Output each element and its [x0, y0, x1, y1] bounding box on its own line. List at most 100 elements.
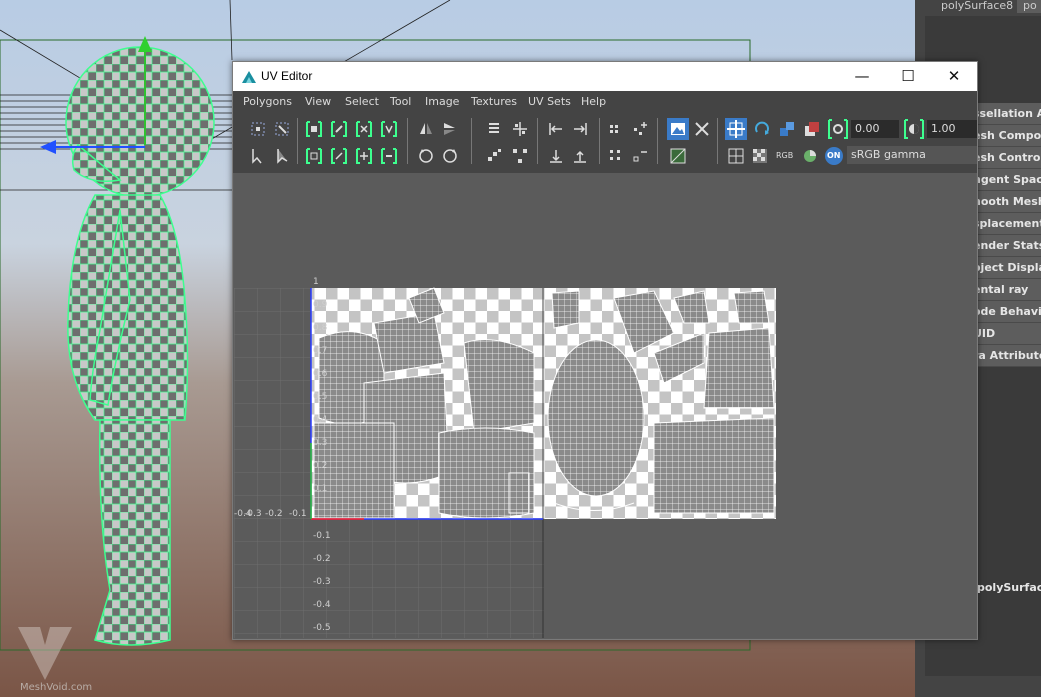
display-image-icon[interactable] — [667, 118, 689, 140]
toolbar-separator — [717, 118, 718, 164]
tab-po[interactable]: po — [1017, 0, 1041, 13]
color-space-select[interactable]: sRGB gamma — [847, 146, 977, 164]
v-tick-minus-0.2: -0.2 — [313, 554, 331, 564]
menu-image[interactable]: Image — [425, 95, 459, 108]
v-tick-0.3: 0.3 — [313, 438, 328, 448]
attr-row-object-display[interactable]: oject Display — [973, 257, 1041, 279]
title-bar[interactable]: UV Editor — ☐ ✕ — [233, 62, 977, 91]
watermark-text: MeshVoid.com — [20, 682, 93, 693]
checker-display-icon[interactable] — [803, 120, 821, 138]
attr-footer-label: polySurface8 — [977, 581, 1041, 594]
v-tick-1: 1 — [313, 277, 319, 287]
layout-add-icon[interactable] — [631, 120, 649, 138]
tab-polysurface8[interactable]: polySurface8 — [935, 0, 1020, 13]
rotate-ccw-icon[interactable] — [417, 147, 435, 165]
uv-canvas[interactable]: -0.4 -0.3 -0.2 -0.1 1 0.9 0.8 0.7 0.6 0.… — [234, 173, 976, 638]
toolbar-separator — [657, 118, 658, 164]
select-cursor-icon[interactable] — [273, 147, 291, 165]
maya-logo-icon — [242, 71, 256, 83]
texture-borders-icon[interactable] — [725, 118, 747, 140]
uv-toolbar: 0.00 1.00 RGB ON sRGB gamma — [233, 113, 977, 173]
layout-grid-icon[interactable] — [607, 147, 625, 165]
v-tick-0.9: 0.9 — [313, 300, 328, 310]
rotate-view-icon[interactable] — [753, 120, 771, 138]
select-uv-shell-icon[interactable] — [249, 120, 267, 138]
cut-uv-edges-icon[interactable] — [305, 120, 323, 138]
color-wheel-icon[interactable] — [801, 147, 819, 165]
uv-editor-window: UV Editor — ☐ ✕ Polygons View Select Too… — [232, 61, 978, 640]
menu-view[interactable]: View — [305, 95, 331, 108]
u-tick-minus-0.2: -0.2 — [265, 509, 283, 519]
v-tick-minus-0.3: -0.3 — [313, 577, 331, 587]
menu-polygons[interactable]: Polygons — [243, 95, 292, 108]
menu-help[interactable]: Help — [581, 95, 606, 108]
attr-row-mesh-controls[interactable]: esh Controls — [973, 147, 1041, 169]
attr-row-mesh-component[interactable]: esh Compon — [973, 125, 1041, 147]
unfold-icon[interactable] — [305, 147, 323, 165]
checker-tiles-icon[interactable] — [751, 147, 769, 165]
align-stack-icon[interactable] — [485, 120, 503, 138]
distribute-icon[interactable] — [511, 120, 529, 138]
v-tick-minus-0.1: -0.1 — [313, 531, 331, 541]
v-tick-minus-0.5: -0.5 — [313, 623, 331, 633]
v-tick-0.4: 0.4 — [313, 415, 328, 425]
layout-dots-icon[interactable] — [607, 120, 625, 138]
merge-uv-icon[interactable] — [380, 120, 398, 138]
v-tick-0.8: 0.8 — [313, 323, 328, 333]
align-right-icon[interactable] — [571, 120, 589, 138]
uv-shell-color-icon[interactable] — [778, 120, 796, 138]
relax-icon[interactable] — [355, 147, 373, 165]
flip-v-icon[interactable] — [441, 120, 459, 138]
close-button[interactable]: ✕ — [931, 62, 977, 91]
menu-tool[interactable]: Tool — [390, 95, 411, 108]
rgb-channel-button[interactable]: RGB — [776, 151, 793, 160]
attr-row-smooth-mesh[interactable]: nooth Mesh — [973, 191, 1041, 213]
toolbar-separator — [471, 118, 472, 164]
toolbar-separator — [537, 118, 538, 164]
maximize-button[interactable]: ☐ — [885, 62, 931, 91]
flip-u-icon[interactable] — [417, 120, 435, 138]
toolbar-separator — [407, 118, 408, 164]
layout-remove-icon[interactable] — [631, 147, 649, 165]
v-tick-0.7: 0.7 — [313, 346, 328, 356]
menu-uv-sets[interactable]: UV Sets — [528, 95, 571, 108]
straighten-icon[interactable] — [380, 147, 398, 165]
sew-uv-edges-icon[interactable] — [330, 120, 348, 138]
exposure-field[interactable]: 0.00 — [851, 120, 899, 138]
rotate-cw-icon[interactable] — [441, 147, 459, 165]
attr-row-render-stats[interactable]: ender Stats — [973, 235, 1041, 257]
optimize-icon[interactable] — [330, 147, 348, 165]
shuffle-icon[interactable] — [693, 120, 711, 138]
scatter-icon[interactable] — [511, 147, 529, 165]
menu-select[interactable]: Select — [345, 95, 379, 108]
toolbar-separator — [297, 118, 298, 164]
split-uv-icon[interactable] — [355, 120, 373, 138]
attr-row-tessellation[interactable]: ssellation Att — [973, 103, 1041, 125]
attr-row-mental-ray[interactable]: ental ray — [973, 279, 1041, 301]
align-bottom-icon[interactable] — [547, 147, 565, 165]
v-tick-0.5: 0.5 — [313, 392, 328, 402]
align-left-icon[interactable] — [547, 120, 565, 138]
align-top-icon[interactable] — [571, 147, 589, 165]
v-tick-0.2: 0.2 — [313, 461, 328, 471]
toolbar-separator — [599, 118, 600, 164]
dim-image-icon[interactable] — [669, 147, 687, 165]
gather-icon[interactable] — [485, 147, 503, 165]
gamma-field[interactable]: 1.00 — [927, 120, 977, 138]
menu-bar: Polygons View Select Tool Image Textures… — [233, 91, 977, 113]
grid-toggle-icon[interactable] — [727, 147, 745, 165]
u-tick-minus-0.3: -0.3 — [244, 509, 262, 519]
v-tick-minus-0.4: -0.4 — [313, 600, 331, 610]
attr-row-extra-attributes[interactable]: ra Attributes — [973, 345, 1041, 367]
exposure-toggle-icon[interactable] — [827, 118, 849, 140]
attr-row-uuid[interactable]: UID — [973, 323, 1041, 345]
attr-row-node-behavior[interactable]: ode Behavio — [973, 301, 1041, 323]
gamma-toggle-icon[interactable] — [903, 118, 925, 140]
uv-canvas-svg — [234, 287, 776, 638]
attr-row-displacement[interactable]: splacement M — [973, 213, 1041, 235]
select-arrow-icon[interactable] — [249, 147, 267, 165]
minimize-button[interactable]: — — [839, 62, 885, 91]
menu-textures[interactable]: Textures — [471, 95, 517, 108]
attr-row-tangent-space[interactable]: ngent Space — [973, 169, 1041, 191]
select-uv-icon[interactable] — [273, 120, 291, 138]
